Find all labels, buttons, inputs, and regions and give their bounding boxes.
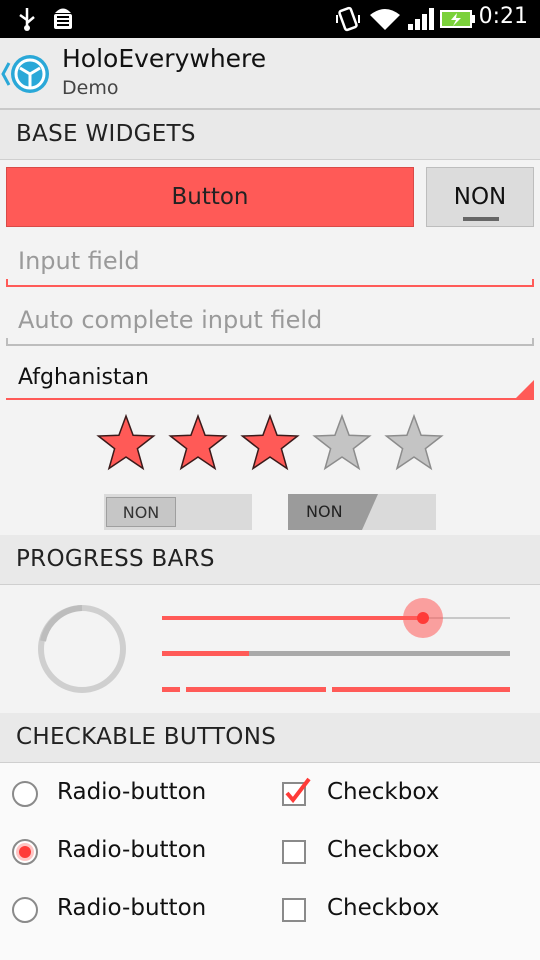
app-title: HoloEverywhere <box>62 44 267 73</box>
rating-stars <box>96 413 444 471</box>
toggle-indicator <box>463 217 499 221</box>
switch-1[interactable]: NON <box>104 494 252 530</box>
checkbox-1[interactable]: Checkbox <box>278 773 528 813</box>
primary-button[interactable]: Button <box>6 167 414 227</box>
radio-label: Radio-button <box>57 895 207 921</box>
input-field-placeholder: Input field <box>18 247 140 275</box>
radio-button-2[interactable]: Radio-button <box>8 831 258 871</box>
star-filled-icon[interactable] <box>168 413 228 471</box>
switch-1-thumb: NON <box>106 497 176 527</box>
horizontal-progress-bar <box>162 651 510 656</box>
radio-button-3[interactable]: Radio-button <box>8 889 258 929</box>
star-empty-icon[interactable] <box>384 413 444 471</box>
signal-icon <box>408 8 434 30</box>
checkbox-2[interactable]: Checkbox <box>278 831 528 871</box>
star-empty-icon[interactable] <box>312 413 372 471</box>
input-field[interactable]: Input field <box>6 237 534 287</box>
radio-button-1[interactable]: Radio-button <box>8 773 258 813</box>
checkbox-label: Checkbox <box>327 837 440 863</box>
battery-icon <box>440 10 475 28</box>
android-debug-icon <box>54 8 72 29</box>
autocomplete-field-placeholder: Auto complete input field <box>18 306 323 334</box>
checkbox-label: Checkbox <box>327 779 440 805</box>
circular-progress <box>38 605 126 693</box>
section-header-base-widgets: BASE WIDGETS <box>0 110 540 160</box>
clock: 0:21 <box>478 4 528 29</box>
toggle-button[interactable]: NON <box>426 167 534 227</box>
star-filled-icon[interactable] <box>240 413 300 471</box>
seek-bar-thumb[interactable] <box>403 598 443 638</box>
checkables-grid: Radio-button Checkbox Radio-button Check… <box>0 763 540 960</box>
country-spinner[interactable]: Afghanistan <box>6 360 534 400</box>
status-bar: 0:21 <box>0 0 540 38</box>
wifi-icon <box>370 9 400 30</box>
vibrate-icon <box>336 6 360 32</box>
app-subtitle: Demo <box>62 77 119 99</box>
section-title: PROGRESS BARS <box>16 546 215 572</box>
checkbox-checked-icon <box>282 777 311 806</box>
section-header-progress-bars: PROGRESS BARS <box>0 535 540 585</box>
seek-bar-fill <box>162 616 423 620</box>
star-filled-icon[interactable] <box>96 413 156 471</box>
spinner-arrow-icon <box>516 380 534 398</box>
spinner-value: Afghanistan <box>18 365 149 390</box>
radio-unchecked-icon <box>12 781 38 807</box>
checkbox-3[interactable]: Checkbox <box>278 889 528 929</box>
switch-2[interactable]: NON <box>288 494 436 530</box>
rating-bar[interactable] <box>96 413 446 474</box>
checkbox-unchecked-icon <box>282 840 306 864</box>
radio-label: Radio-button <box>57 779 207 805</box>
radio-checked-icon <box>12 839 38 865</box>
seek-bar[interactable] <box>162 598 510 638</box>
radio-unchecked-icon <box>12 897 38 923</box>
switch-2-label: NON <box>306 502 343 521</box>
checkbox-unchecked-icon <box>282 898 306 922</box>
home-up-button[interactable] <box>0 50 56 100</box>
usb-icon <box>19 8 35 31</box>
radio-label: Radio-button <box>57 837 207 863</box>
toggle-button-label: NON <box>453 184 507 210</box>
section-title: BASE WIDGETS <box>16 121 196 147</box>
section-header-checkable-buttons: CHECKABLE BUTTONS <box>0 713 540 763</box>
section-title: CHECKABLE BUTTONS <box>16 724 277 750</box>
progress-fill <box>162 651 249 656</box>
action-bar: HoloEverywhere Demo <box>0 38 540 110</box>
checkbox-label: Checkbox <box>327 895 440 921</box>
indeterminate-progress-bar <box>162 687 510 692</box>
autocomplete-field[interactable]: Auto complete input field <box>6 296 534 346</box>
